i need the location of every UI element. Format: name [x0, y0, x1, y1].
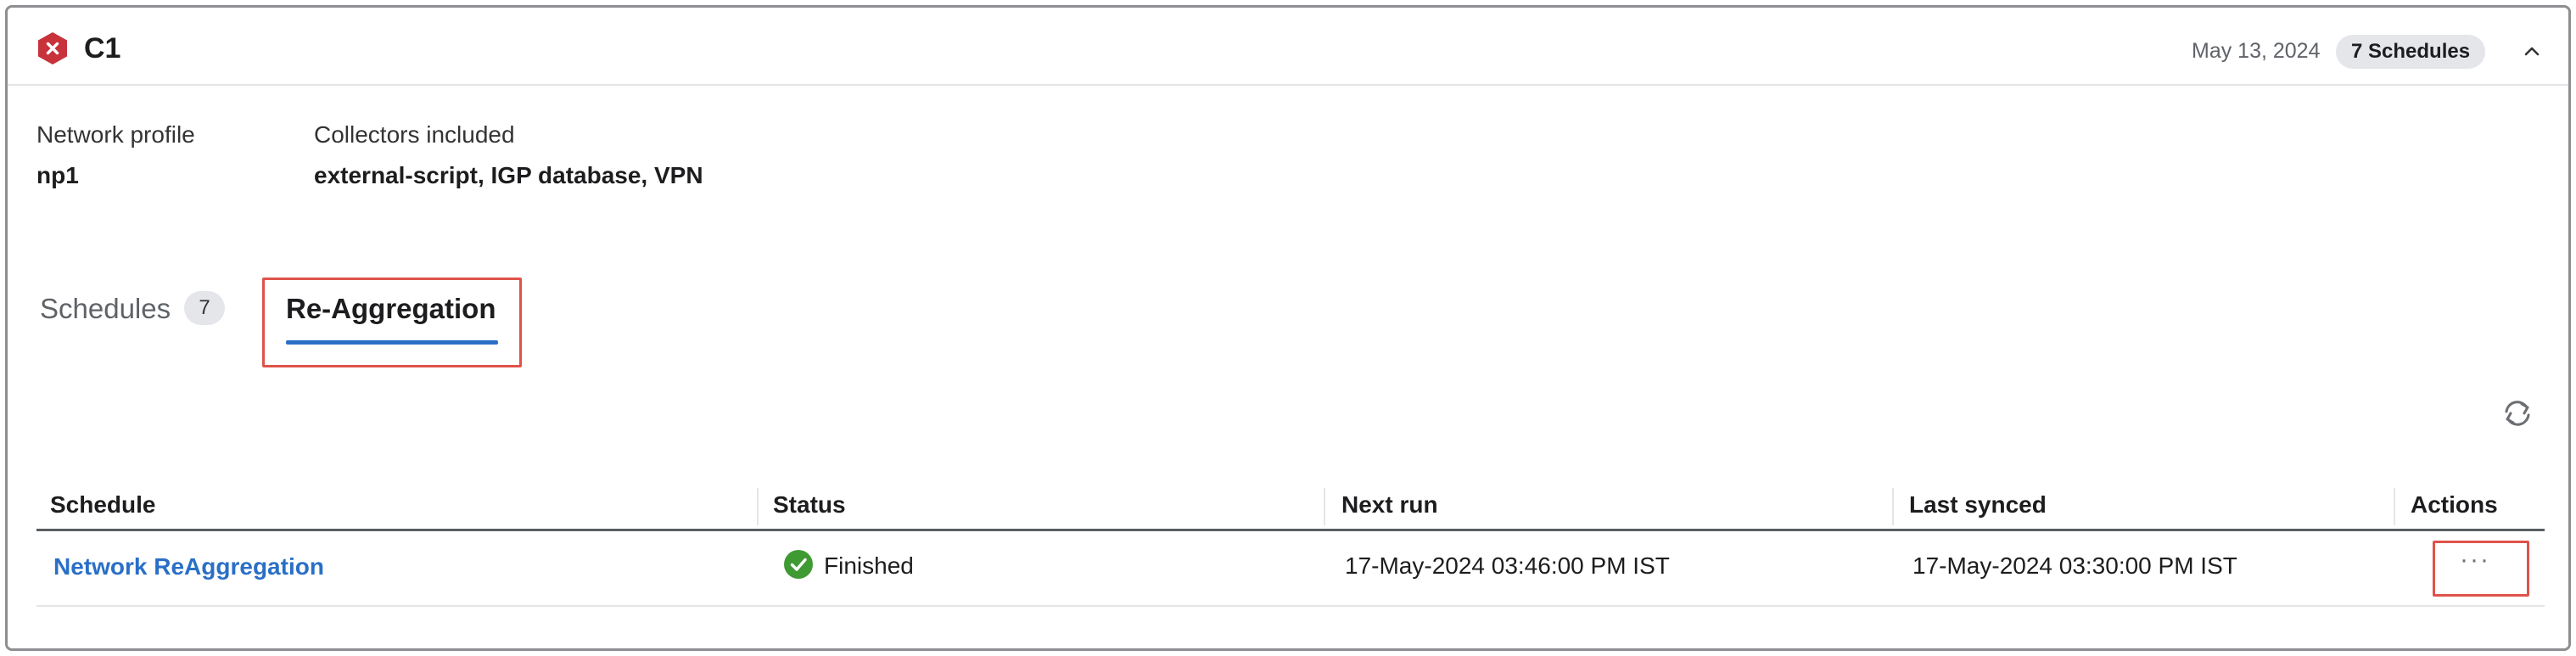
chevron-up-icon[interactable] — [2519, 38, 2545, 64]
network-profile-label: Network profile — [36, 121, 195, 148]
collectors-value: external-script, IGP database, VPN — [314, 162, 703, 188]
column-divider — [757, 488, 759, 525]
column-header-schedule[interactable]: Schedule — [50, 491, 155, 519]
collectors-label: Collectors included — [314, 121, 515, 148]
next-run-value: 17-May-2024 03:46:00 PM IST — [1345, 552, 1670, 579]
table-header-divider — [36, 529, 2545, 531]
schedules-count-badge: 7 Schedules — [2336, 35, 2486, 69]
column-header-last-synced[interactable]: Last synced — [1909, 491, 2047, 519]
tab-re-aggregation[interactable]: Re-Aggregation — [286, 293, 496, 325]
card-header[interactable]: C1 May 13, 2024 7 Schedules — [8, 8, 2568, 86]
active-tab-indicator — [286, 340, 498, 345]
last-synced-value: 17-May-2024 03:30:00 PM IST — [1912, 552, 2237, 579]
check-circle-icon — [784, 550, 813, 579]
column-header-status[interactable]: Status — [773, 491, 846, 519]
schedule-card: C1 May 13, 2024 7 Schedules Network prof… — [5, 5, 2571, 651]
column-header-next-run[interactable]: Next run — [1341, 491, 1438, 519]
more-actions-icon[interactable]: ··· — [2460, 546, 2490, 575]
error-status-icon — [38, 32, 67, 64]
schedule-name-link[interactable]: Network ReAggregation — [53, 553, 324, 580]
table-row-divider — [36, 605, 2545, 607]
tab-schedules[interactable]: Schedules — [40, 293, 171, 325]
refresh-icon[interactable] — [2499, 395, 2536, 432]
status-text: Finished — [824, 552, 914, 579]
card-title: C1 — [84, 32, 121, 64]
column-divider — [2394, 488, 2395, 525]
tab-schedules-count: 7 — [184, 291, 225, 325]
header-date: May 13, 2024 — [2192, 39, 2321, 63]
column-divider — [1892, 488, 1894, 525]
column-header-actions: Actions — [2411, 491, 2498, 518]
network-profile-value: np1 — [36, 162, 79, 188]
column-divider — [1324, 488, 1325, 525]
